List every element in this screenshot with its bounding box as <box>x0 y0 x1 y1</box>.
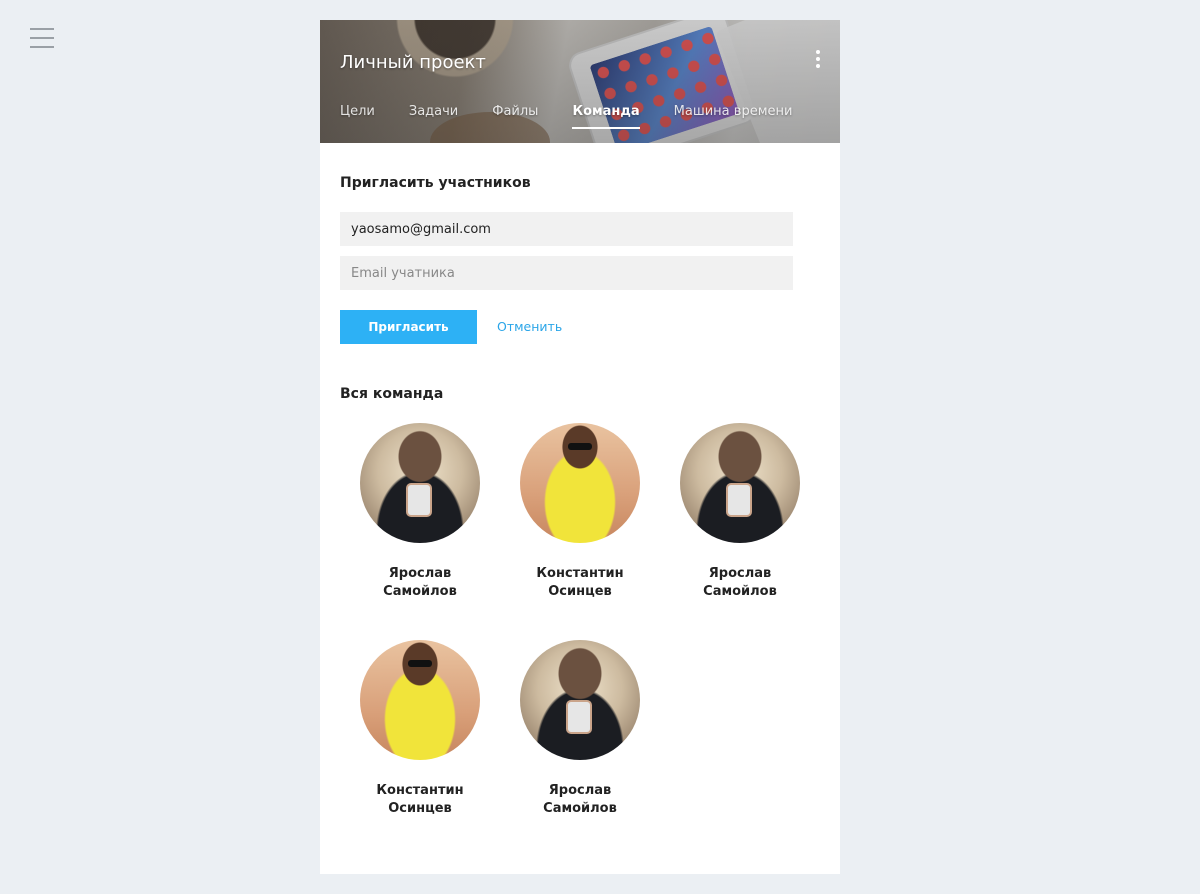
hamburger-menu-icon[interactable] <box>30 28 54 48</box>
avatar <box>360 640 480 760</box>
member-name: Ярослав Самойлов <box>703 566 777 599</box>
project-title: Личный проект <box>340 52 486 73</box>
team-member[interactable]: Константин Осинцев <box>340 640 500 818</box>
project-card: Личный проект Цели Задачи Файлы Команда … <box>320 20 840 874</box>
member-name: Ярослав Самойлов <box>383 566 457 599</box>
tab-tasks[interactable]: Задачи <box>409 104 458 129</box>
cancel-link[interactable]: Отменить <box>497 319 562 334</box>
member-name: Константин Осинцев <box>536 566 624 599</box>
avatar <box>360 423 480 543</box>
invite-email-input[interactable] <box>340 256 793 290</box>
team-member[interactable]: Ярослав Самойлов <box>660 423 820 601</box>
invite-button[interactable]: Пригласить <box>340 310 477 344</box>
team-member[interactable]: Ярослав Самойлов <box>340 423 500 601</box>
tab-files[interactable]: Файлы <box>492 104 538 129</box>
tab-team[interactable]: Команда <box>572 104 640 129</box>
tab-time-machine[interactable]: Машина времени <box>674 104 793 129</box>
avatar <box>520 640 640 760</box>
team-member[interactable]: Ярослав Самойлов <box>500 640 660 818</box>
member-name: Константин Осинцев <box>376 783 464 816</box>
member-name: Ярослав Самойлов <box>543 783 617 816</box>
avatar <box>680 423 800 543</box>
avatar <box>520 423 640 543</box>
invite-heading: Пригласить участников <box>340 175 531 191</box>
tab-goals[interactable]: Цели <box>340 104 375 129</box>
project-header: Личный проект Цели Задачи Файлы Команда … <box>320 20 840 143</box>
team-heading: Вся команда <box>340 386 444 402</box>
team-member[interactable]: Константин Осинцев <box>500 423 660 601</box>
invite-email-filled[interactable] <box>340 212 793 246</box>
more-options-icon[interactable] <box>814 50 822 70</box>
project-tabs: Цели Задачи Файлы Команда Машина времени <box>340 104 826 129</box>
